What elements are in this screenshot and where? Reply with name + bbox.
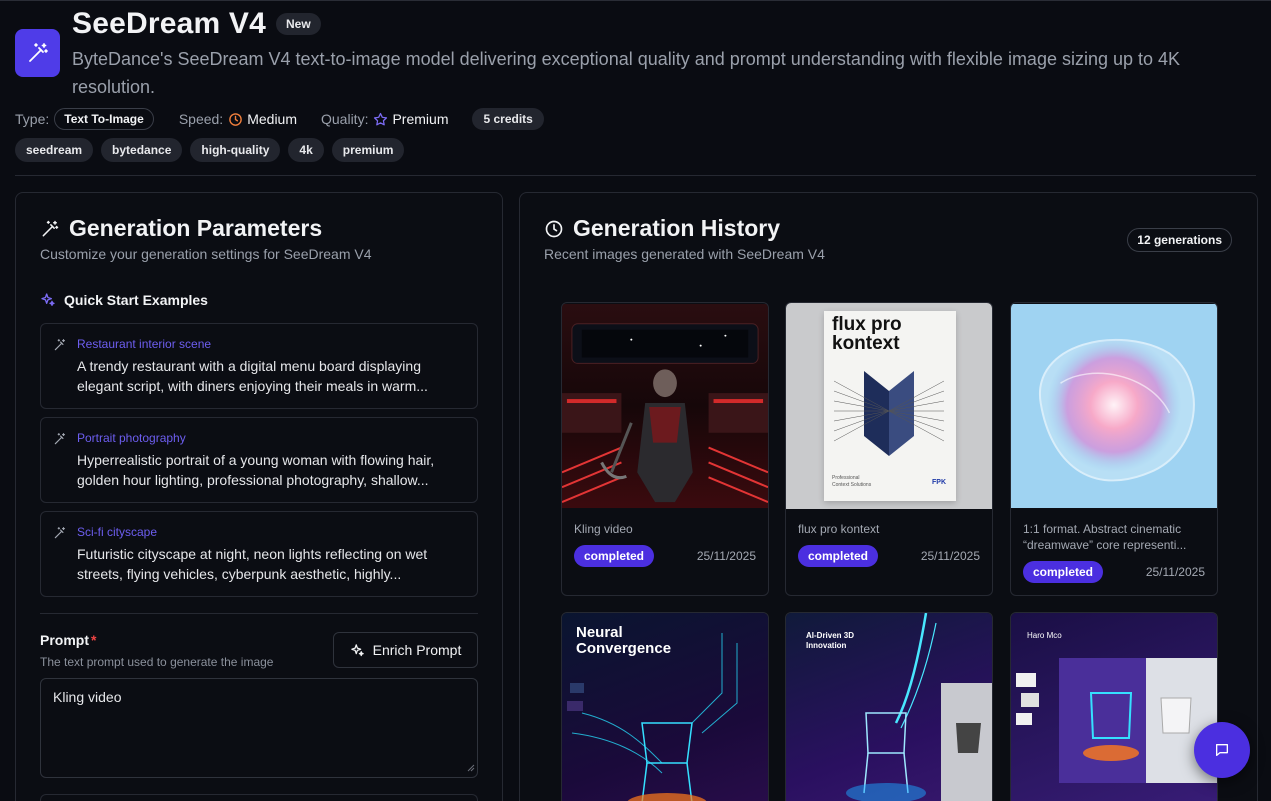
- book-brand: FPK: [932, 479, 946, 486]
- example-restaurant[interactable]: Restaurant interior scene A trendy resta…: [40, 323, 478, 409]
- history-card[interactable]: Neural Convergence: [561, 612, 769, 801]
- generation-history-panel: Generation History Recent images generat…: [519, 192, 1258, 801]
- model-description: ByteDance's SeeDream V4 text-to-image mo…: [72, 49, 1181, 97]
- section-divider: [40, 613, 478, 614]
- type-label: Type:: [15, 111, 50, 127]
- card-caption: Kling video: [574, 522, 633, 536]
- example-scifi[interactable]: Sci-fi cityscape Futuristic cityscape at…: [40, 511, 478, 597]
- card-date: 25/11/2025: [696, 549, 756, 563]
- panel-subtitle: Customize your generation settings for S…: [40, 246, 372, 262]
- magic-wand-icon: [53, 526, 67, 545]
- card-date: 25/11/2025: [920, 549, 980, 563]
- status-badge: completed: [798, 545, 879, 567]
- enrich-prompt-button[interactable]: Enrich Prompt: [333, 632, 478, 668]
- tag: bytedance: [101, 138, 183, 162]
- enrich-prompt-label: Enrich Prompt: [372, 642, 462, 658]
- generated-image-book: flux pro kontext Professional Context So…: [786, 303, 992, 509]
- quick-start-title: Quick Start Examples: [64, 292, 208, 308]
- magic-wand-icon: [40, 219, 60, 239]
- generated-image-haro: Haro Mco: [1011, 613, 1217, 801]
- generation-count-badge: 12 generations: [1127, 228, 1232, 252]
- clock-icon: [228, 112, 243, 127]
- chat-button[interactable]: [1194, 722, 1250, 778]
- history-card[interactable]: 1:1 format. Abstract cinematic “dreamwav…: [1010, 302, 1218, 596]
- resize-handle-icon[interactable]: [467, 759, 475, 775]
- panel-title: Generation History: [573, 215, 781, 241]
- book-small-text: Professional: [832, 475, 860, 481]
- example-text: A trendy restaurant with a digital menu …: [77, 358, 428, 394]
- book-graphic: [834, 371, 944, 456]
- example-label: Restaurant interior scene: [77, 337, 212, 351]
- speed-label: Speed:: [178, 111, 224, 127]
- generated-image-warrior: [562, 303, 768, 509]
- prompt-textarea[interactable]: Kling video: [40, 678, 478, 778]
- next-field: [40, 794, 478, 801]
- sparkles-icon: [350, 643, 365, 658]
- prompt-label: Prompt *: [40, 632, 96, 648]
- card-date: 25/11/2025: [1145, 565, 1205, 579]
- prompt-help: The text prompt used to generate the ima…: [40, 655, 274, 669]
- example-label: Portrait photography: [77, 431, 186, 445]
- page-title: SeeDream V4: [72, 7, 266, 40]
- magic-wand-icon: [53, 338, 67, 357]
- prompt-value: Kling video: [53, 689, 122, 705]
- card-caption: 1:1 format. Abstract cinematic “dreamwav…: [1023, 522, 1187, 552]
- generated-image-abstract: [1011, 303, 1217, 509]
- neural-chair-graphic: [567, 633, 738, 801]
- status-badge: completed: [1023, 561, 1104, 583]
- book-small-text: Context Solutions: [832, 482, 872, 488]
- magic-wand-icon: [15, 29, 60, 77]
- panel-title: Generation Parameters: [69, 215, 323, 241]
- history-card[interactable]: AI-Driven 3D Innovation: [785, 612, 993, 801]
- generated-image-neural: Neural Convergence: [562, 613, 768, 801]
- status-badge: completed: [574, 545, 655, 567]
- tag: 4k: [288, 138, 324, 162]
- required-marker: *: [91, 632, 97, 648]
- quality-label: Quality:: [321, 111, 369, 127]
- example-text: Futuristic cityscape at night, neon ligh…: [77, 546, 428, 582]
- history-card[interactable]: Kling video completed 25/11/2025: [561, 302, 769, 596]
- model-meta: Type: Text To-Image Speed: Medium Qualit…: [15, 108, 544, 130]
- history-card[interactable]: flux pro kontext Professional Context So…: [785, 302, 993, 596]
- history-card[interactable]: Haro Mco: [1010, 612, 1218, 801]
- chat-bubble-icon: [1214, 742, 1230, 758]
- generation-parameters-panel: Generation Parameters Customize your gen…: [15, 192, 503, 801]
- haro-chair-graphic: [1016, 658, 1217, 783]
- credits-badge: 5 credits: [472, 108, 544, 130]
- example-portrait[interactable]: Portrait photography Hyperrealistic port…: [40, 417, 478, 503]
- example-text: Hyperrealistic portrait of a young woman…: [77, 452, 435, 488]
- ai-chair-graphic: [846, 613, 992, 801]
- book-title-line2: kontext: [832, 333, 900, 354]
- book-title-line1: flux pro: [832, 314, 902, 335]
- type-badge: Text To-Image: [54, 108, 154, 130]
- star-icon: [373, 112, 388, 127]
- tag: seedream: [15, 138, 94, 162]
- tag-list: seedream bytedance high-quality 4k premi…: [15, 138, 405, 162]
- tag: high-quality: [190, 138, 281, 162]
- sparkles-icon: [40, 292, 56, 308]
- tag: premium: [331, 138, 405, 162]
- panel-subtitle: Recent images generated with SeeDream V4: [544, 246, 825, 262]
- speed-value: Medium: [247, 111, 297, 127]
- example-label: Sci-fi cityscape: [77, 525, 158, 539]
- header-divider: [15, 175, 1256, 176]
- quality-value: Premium: [392, 111, 449, 127]
- prompt-label-text: Prompt: [40, 632, 89, 648]
- generated-image-ai-3d: AI-Driven 3D Innovation: [786, 613, 992, 801]
- clock-icon: [544, 219, 564, 239]
- magic-wand-icon: [53, 432, 67, 451]
- card-caption: flux pro kontext: [798, 522, 880, 536]
- new-badge: New: [276, 13, 321, 35]
